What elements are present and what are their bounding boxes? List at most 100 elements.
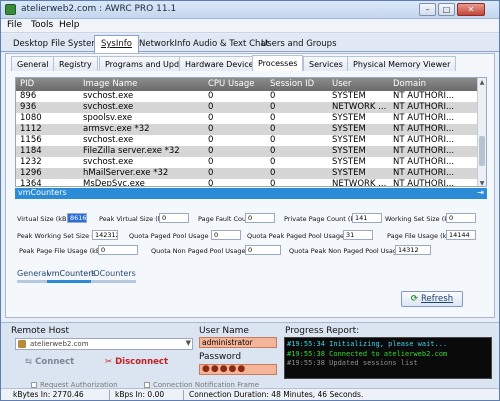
pin-icon[interactable]: ⇥ — [477, 188, 484, 197]
sysinfo-sub-tabs: General Registry Programs and Updates Ha… — [5, 55, 491, 71]
subtab-processes[interactable]: Processes — [252, 55, 304, 71]
table-row[interactable]: 1184 FileZilla server.exe *32 0 0 SYSTEM… — [16, 146, 478, 157]
password-field[interactable]: ●●●●● — [199, 364, 277, 375]
cell-session: 0 — [270, 102, 276, 112]
subtab-registry[interactable]: Registry — [53, 56, 98, 71]
quota-peak-non-paged-pool-usage-field[interactable]: 14312 — [395, 245, 431, 255]
cell-session: 0 — [270, 179, 276, 187]
virtual-size-label: Virtual Size (kB): — [17, 215, 72, 223]
refresh-button[interactable]: ⟳ Refresh — [401, 291, 463, 307]
table-row[interactable]: 896 svchost.exe 0 0 SYSTEM NT AUTHORI... — [16, 91, 478, 102]
detail-tab-general[interactable]: General — [17, 269, 49, 283]
cell-cpu: 0 — [208, 168, 214, 178]
cell-pid: 936 — [20, 102, 37, 112]
cell-domain: NT AUTHORI... — [393, 146, 455, 156]
working-set-size-field[interactable]: 0 — [446, 213, 476, 223]
cell-session: 0 — [270, 157, 276, 167]
detail-tab-vmcounters[interactable]: vmCounters — [47, 269, 96, 283]
cell-image-name: spoolsv.exe — [83, 113, 133, 123]
scroll-thumb[interactable] — [479, 136, 485, 166]
subtab-physical-memory-viewer[interactable]: Physical Memory Viewer — [347, 56, 457, 71]
col-image-name[interactable]: Image Name — [83, 79, 137, 89]
peak-page-file-usage-field[interactable]: 0 — [98, 245, 138, 255]
minimize-button[interactable]: – — [419, 3, 436, 16]
cell-pid: 1364 — [20, 179, 42, 187]
private-page-count-field[interactable]: 141 — [352, 213, 382, 223]
process-table[interactable]: PID Image Name CPU Usage Session ID User… — [15, 77, 487, 187]
cell-cpu: 0 — [208, 91, 214, 101]
table-row[interactable]: 1296 hMailServer.exe *32 0 0 SYSTEM NT A… — [16, 168, 478, 179]
cell-cpu: 0 — [208, 113, 214, 123]
vmcounters-panel: Virtual Size (kB): 86160 Peak Virtual Si… — [15, 200, 487, 262]
col-cpu-usage[interactable]: CPU Usage — [208, 79, 254, 89]
cell-domain: NT AUTHORI... — [393, 168, 455, 178]
status-divider — [183, 390, 184, 400]
cell-pid: 1296 — [20, 168, 42, 178]
cell-pid: 1080 — [20, 113, 42, 123]
menu-help[interactable]: Help — [59, 20, 80, 30]
cell-session: 0 — [270, 146, 276, 156]
col-pid[interactable]: PID — [20, 79, 34, 89]
cell-cpu: 0 — [208, 124, 214, 134]
col-domain[interactable]: Domain — [393, 79, 426, 89]
cell-pid: 1184 — [20, 146, 42, 156]
table-row[interactable]: 1112 armsvc.exe *32 0 0 SYSTEM NT AUTHOR… — [16, 124, 478, 135]
table-row[interactable]: 1364 MsDepSvc.exe 0 0 NETWORK ... NT AUT… — [16, 179, 478, 187]
cell-pid: 1112 — [20, 124, 42, 134]
cell-image-name: svchost.exe — [83, 102, 134, 112]
cell-pid: 1156 — [20, 135, 42, 145]
cell-image-name: svchost.exe — [83, 135, 134, 145]
cell-cpu: 0 — [208, 157, 214, 167]
cell-domain: NT AUTHORI... — [393, 179, 455, 187]
cell-domain: NT AUTHORI... — [393, 102, 455, 112]
cell-cpu: 0 — [208, 146, 214, 156]
maximize-button[interactable]: □ — [438, 3, 455, 16]
table-row[interactable]: 1156 svchost.exe 0 0 SYSTEM NT AUTHORI..… — [16, 135, 478, 146]
remote-host-combo[interactable]: atelierweb2.com ▼ — [15, 338, 193, 350]
disconnect-button[interactable]: ✂ Disconnect — [105, 357, 168, 370]
cell-pid: 1232 — [20, 157, 42, 167]
tab-users-and-groups[interactable]: Users and Groups — [255, 36, 343, 52]
table-scrollbar[interactable]: ▲ ▼ — [477, 78, 486, 186]
cell-image-name: MsDepSvc.exe — [83, 179, 145, 187]
window-title: atelierweb2.com : AWRC PRO 11.1 — [21, 4, 177, 14]
page-file-usage-field[interactable]: 14144 — [446, 230, 476, 240]
cell-domain: NT AUTHORI... — [393, 135, 455, 145]
page-fault-count-field[interactable]: 0 — [245, 213, 275, 223]
subtab-general[interactable]: General — [11, 56, 55, 71]
virtual-size-field[interactable]: 86160 — [67, 213, 87, 223]
menu-tools[interactable]: Tools — [31, 20, 53, 30]
connect-button[interactable]: ⇆ Connect — [25, 357, 74, 370]
table-header: PID Image Name CPU Usage Session ID User… — [16, 78, 478, 91]
cell-cpu: 0 — [208, 179, 214, 187]
quota-non-paged-pool-usage-field[interactable]: 0 — [245, 245, 281, 255]
col-user[interactable]: User — [332, 79, 351, 89]
password-label: Password — [199, 352, 242, 362]
detail-tabs: General vmCounters IOCounters — [15, 269, 315, 285]
table-row[interactable]: 1232 svchost.exe 0 0 SYSTEM NT AUTHORI..… — [16, 157, 478, 168]
user-name-field[interactable]: administrator — [199, 337, 277, 348]
progress-report-title: Progress Report: — [285, 326, 360, 336]
peak-page-file-usage-label: Peak Page File Usage (kB): — [19, 247, 106, 255]
scroll-up-icon[interactable]: ▲ — [478, 78, 486, 87]
quota-paged-pool-usage-field[interactable]: 0 — [211, 230, 241, 240]
table-row[interactable]: 1080 spoolsv.exe 0 0 SYSTEM NT AUTHORI..… — [16, 113, 478, 124]
peak-working-set-size-field[interactable]: 142312 — [92, 230, 118, 240]
kbps-in-status: kBps In: 0.00 — [115, 390, 165, 399]
log-line: #19:55:38 Connected to atelierweb2.com — [287, 349, 448, 358]
chevron-down-icon[interactable]: ▼ — [186, 339, 191, 347]
cell-user: SYSTEM — [332, 168, 366, 178]
connection-duration-status: Connection Duration: 48 Minutes, 46 Seco… — [189, 390, 364, 399]
detail-tab-iocounters[interactable]: IOCounters — [91, 269, 136, 283]
menu-file[interactable]: File — [7, 20, 22, 30]
col-session-id[interactable]: Session ID — [270, 79, 314, 89]
table-row[interactable]: 936 svchost.exe 0 0 NETWORK ... NT AUTHO… — [16, 102, 478, 113]
kbytes-in-status: kBytes In: 2770.46 — [13, 390, 84, 399]
peak-virtual-size-field[interactable]: 0 — [159, 213, 189, 223]
close-button[interactable]: ✕ — [457, 3, 485, 16]
cell-image-name: svchost.exe — [83, 91, 134, 101]
quota-peak-paged-pool-usage-field[interactable]: 31 — [343, 230, 373, 240]
subtab-services[interactable]: Services — [303, 56, 349, 71]
scroll-down-icon[interactable]: ▼ — [478, 179, 486, 186]
subtab-hardware-devices[interactable]: Hardware Devices — [179, 56, 264, 71]
